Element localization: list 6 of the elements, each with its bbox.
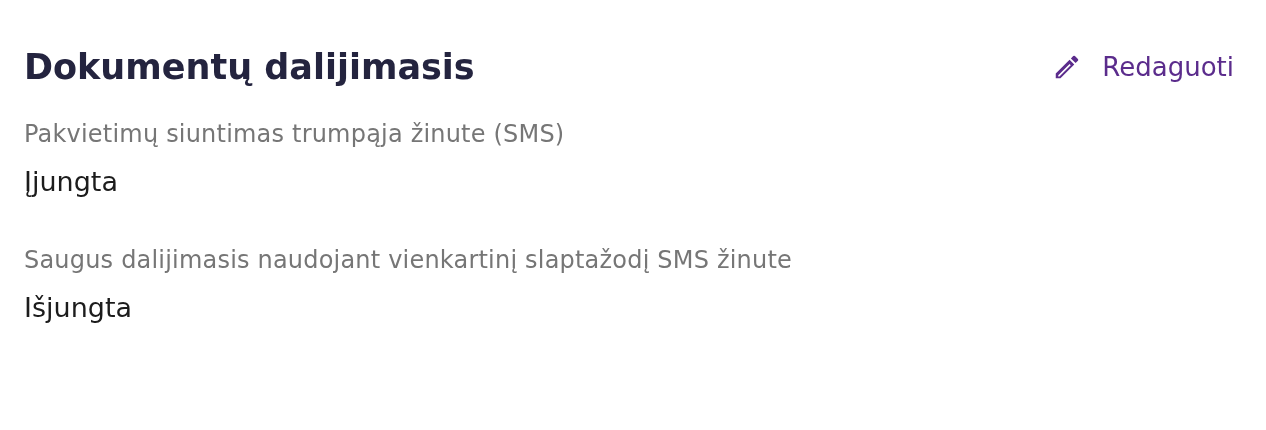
setting-label: Saugus dalijimasis naudojant vienkartinį slaptažodį SMS žinute	[24, 245, 793, 276]
setting-value: Įjungta	[24, 165, 119, 199]
section-title: Dokumentų dalijimasis	[24, 46, 475, 89]
edit-button[interactable]: Redaguoti	[1042, 48, 1234, 86]
setting-label: Pakvietimų siuntimas trumpąja žinute (SMS)	[24, 119, 566, 150]
setting-value: Išjungta	[24, 291, 134, 325]
